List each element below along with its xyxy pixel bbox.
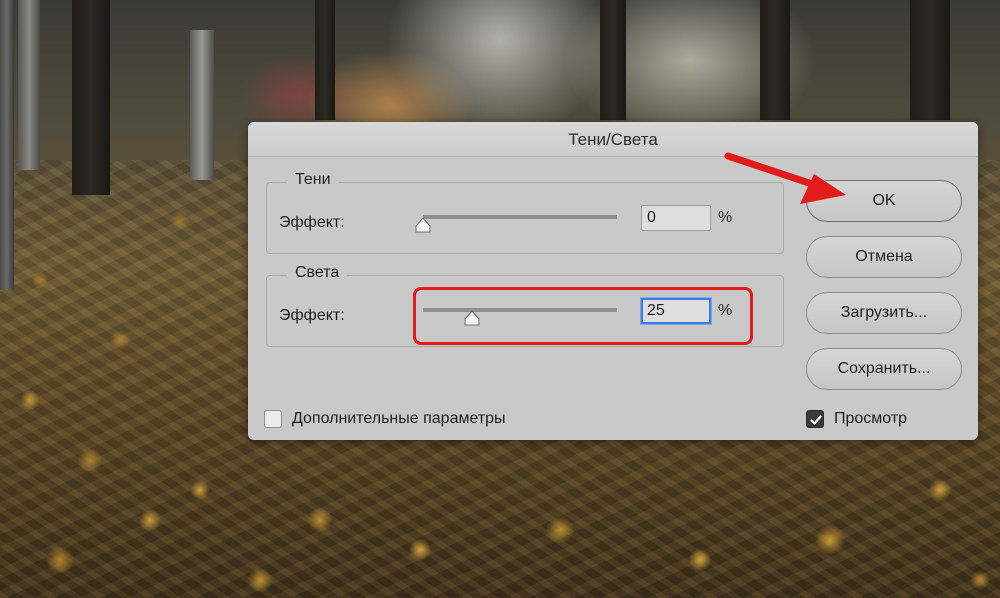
shadows-slider-track[interactable] [423,215,617,219]
tree-trunk [600,0,626,120]
ok-button[interactable]: OK [806,180,962,222]
shadows-effect-label: Эффект: [279,214,345,231]
highlights-effect-label: Эффект: [279,307,345,324]
slider-thumb-icon[interactable] [415,217,431,233]
more-options-checkbox[interactable] [264,410,282,428]
dialog-titlebar[interactable]: Тени/Света [248,122,978,157]
tree-trunk [0,0,14,290]
preview-label[interactable]: Просмотр [834,410,907,428]
shadows-amount-input[interactable] [641,205,711,231]
preview-checkbox[interactable] [806,410,824,428]
tree-trunk [910,0,950,120]
tree-trunk [190,30,214,180]
checkmark-icon [810,415,822,425]
tree-trunk [315,0,335,120]
shadows-highlights-dialog: Тени/Света Тени Эффект: % Света Эффект: … [248,122,978,440]
cancel-button[interactable]: Отмена [806,236,962,278]
tree-trunk [18,0,40,170]
shadows-group: Тени Эффект: % [266,171,784,254]
dialog-title: Тени/Света [568,130,658,149]
tree-trunk [72,0,110,195]
load-button[interactable]: Загрузить... [806,292,962,334]
highlights-legend: Света [287,264,348,282]
save-button[interactable]: Сохранить... [806,348,962,390]
tree-trunk [760,0,790,120]
more-options-label[interactable]: Дополнительные параметры [292,410,506,428]
shadows-percent-sign: % [718,209,733,226]
annotation-highlight-box [413,287,753,345]
shadows-legend: Тени [287,171,339,189]
